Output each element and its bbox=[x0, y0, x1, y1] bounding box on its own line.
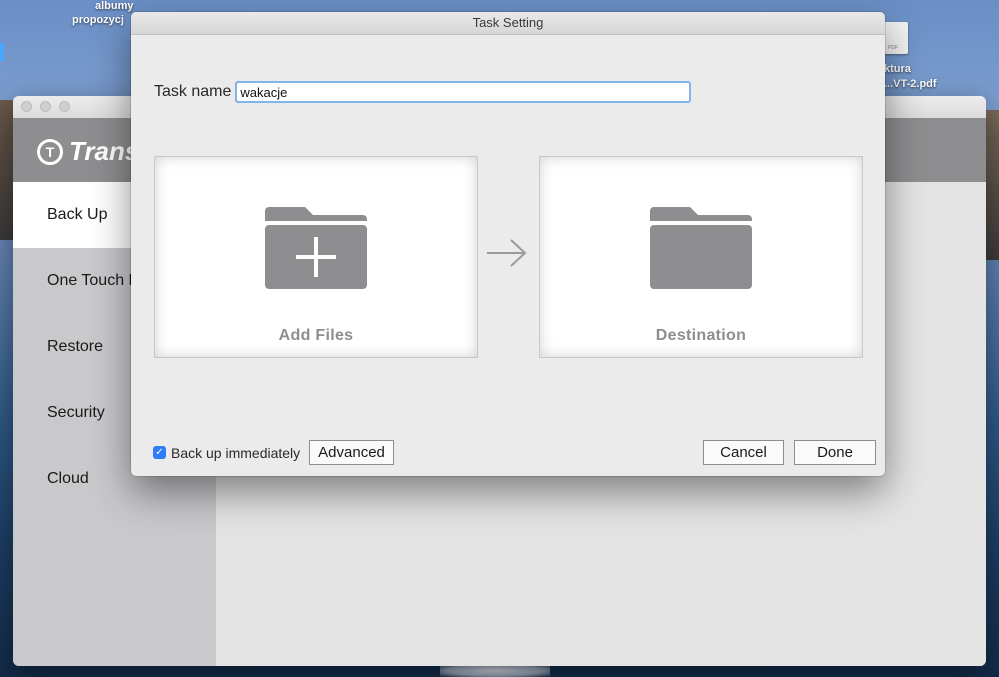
backup-immediately-checkbox[interactable]: ✓ bbox=[153, 446, 166, 459]
task-name-label: Task name bbox=[154, 83, 232, 100]
minimize-window-button[interactable] bbox=[40, 101, 51, 112]
done-button[interactable]: Done bbox=[794, 440, 876, 465]
destination-panel[interactable]: Destination bbox=[539, 156, 863, 358]
arrow-right-icon bbox=[487, 239, 527, 267]
task-name-input[interactable] bbox=[235, 81, 692, 103]
pdf-badge: PDF bbox=[888, 45, 898, 51]
dialog-footer-left: ✓ Back up immediately Advanced bbox=[153, 440, 394, 465]
zoom-window-button[interactable] bbox=[59, 101, 70, 112]
desktop-icon-label[interactable]: albumy bbox=[95, 0, 134, 13]
task-name-row: Task name bbox=[154, 81, 692, 103]
dialog-title: Task Setting bbox=[131, 12, 885, 35]
destination-label: Destination bbox=[655, 327, 747, 344]
transcend-logo-icon: T bbox=[37, 138, 63, 165]
advanced-button[interactable]: Advanced bbox=[309, 440, 394, 465]
folder-add-icon bbox=[265, 207, 367, 289]
checkmark-icon: ✓ bbox=[155, 447, 164, 458]
brand-logo: T Trans bbox=[37, 136, 139, 167]
desktop-file-label[interactable]: ktura bbox=[884, 63, 911, 76]
backup-immediately-label[interactable]: Back up immediately bbox=[171, 445, 300, 461]
brand-name: Trans bbox=[69, 136, 140, 166]
add-files-panel[interactable]: Add Files bbox=[154, 156, 478, 358]
desktop-icon-edge[interactable] bbox=[0, 43, 4, 61]
task-setting-dialog: Task Setting Task name Add Files Destina… bbox=[131, 12, 885, 476]
cancel-button[interactable]: Cancel bbox=[703, 440, 784, 465]
pdf-file-icon[interactable]: PDF bbox=[884, 22, 908, 54]
desktop-icon-label-line2[interactable]: propozycj bbox=[72, 14, 124, 27]
add-files-label: Add Files bbox=[278, 327, 354, 344]
folder-icon bbox=[650, 207, 752, 289]
desktop-file-label-line2[interactable]: ...VT-2.pdf bbox=[884, 78, 937, 91]
close-window-button[interactable] bbox=[21, 101, 32, 112]
